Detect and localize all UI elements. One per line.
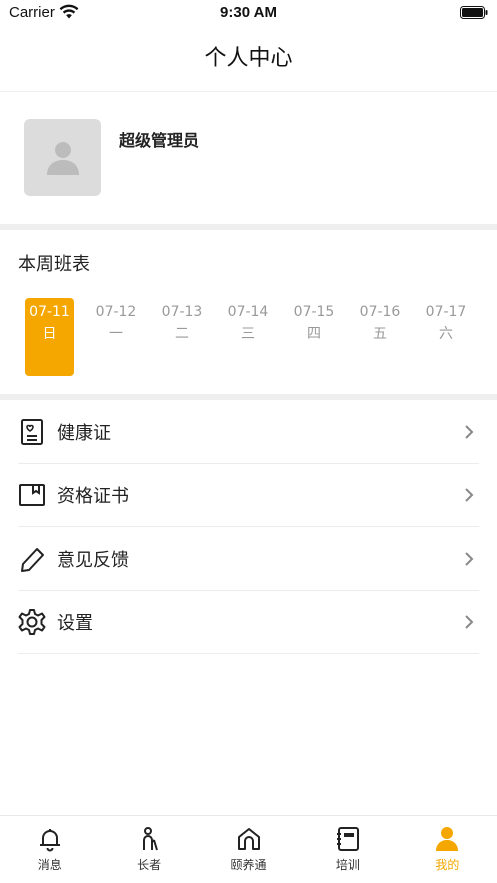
menu-label: 意见反馈 bbox=[57, 549, 129, 571]
tab-mine[interactable]: 我的 bbox=[398, 816, 497, 883]
tab-label: 颐养通 bbox=[230, 858, 267, 872]
day-date: 07-17 bbox=[425, 304, 467, 320]
home-icon bbox=[237, 828, 260, 850]
gear-icon bbox=[18, 609, 46, 636]
tab-bar: 消息 长者 颐养通 培训 我的 bbox=[0, 815, 497, 883]
battery-icon bbox=[460, 6, 488, 19]
chevron-right-icon bbox=[465, 615, 474, 629]
user-placeholder-icon bbox=[46, 141, 79, 175]
menu-label: 健康证 bbox=[57, 422, 111, 444]
day-date: 07-12 bbox=[95, 304, 137, 320]
chevron-right-icon bbox=[465, 488, 474, 502]
menu-item-settings[interactable]: 设置 bbox=[0, 591, 497, 655]
day-weekday: 日 bbox=[42, 326, 57, 342]
nav-divider bbox=[0, 91, 497, 92]
schedule-day[interactable]: 07-13 二 bbox=[149, 298, 215, 376]
day-date: 07-13 bbox=[161, 304, 203, 320]
menu-item-certificate[interactable]: 资格证书 bbox=[0, 464, 497, 528]
tab-label: 消息 bbox=[37, 858, 62, 872]
tab-training[interactable]: 培训 bbox=[298, 816, 397, 883]
schedule-days: 07-11 日 07-12 一 07-13 二 07-14 三 07-15 四 … bbox=[17, 298, 480, 376]
section-divider bbox=[0, 224, 497, 230]
day-date: 07-14 bbox=[227, 304, 269, 320]
tab-label: 培训 bbox=[335, 858, 360, 872]
menu-item-feedback[interactable]: 意见反馈 bbox=[0, 527, 497, 591]
day-weekday: 六 bbox=[439, 326, 453, 342]
day-weekday: 二 bbox=[175, 326, 189, 342]
day-weekday: 三 bbox=[241, 326, 255, 342]
schedule-day[interactable]: 07-15 四 bbox=[281, 298, 347, 376]
day-weekday: 四 bbox=[307, 326, 321, 342]
schedule-day[interactable]: 07-14 三 bbox=[215, 298, 281, 376]
bell-icon bbox=[39, 829, 60, 852]
status-bar: Carrier 9:30 AM bbox=[0, 0, 497, 26]
tab-messages[interactable]: 消息 bbox=[0, 816, 99, 883]
chevron-right-icon bbox=[465, 552, 474, 566]
day-weekday: 一 bbox=[109, 326, 123, 342]
menu-item-health-certificate[interactable]: 健康证 bbox=[0, 400, 497, 464]
chevron-right-icon bbox=[465, 425, 474, 439]
tab-yiyangtong[interactable]: 颐养通 bbox=[199, 816, 298, 883]
day-weekday: 五 bbox=[373, 326, 387, 342]
menu-list: 健康证 资格证书 意见反馈 设置 bbox=[0, 400, 497, 654]
profile-name: 超级管理员 bbox=[119, 131, 200, 150]
page-title: 个人中心 bbox=[204, 46, 293, 71]
tab-elders[interactable]: 长者 bbox=[99, 816, 198, 883]
elder-icon bbox=[143, 827, 159, 851]
health-certificate-icon bbox=[21, 418, 43, 445]
schedule-day-active[interactable]: 07-11 日 bbox=[25, 298, 74, 376]
menu-label: 资格证书 bbox=[57, 486, 129, 508]
tab-label: 我的 bbox=[435, 858, 460, 872]
menu-label: 设置 bbox=[57, 613, 93, 635]
day-date: 07-16 bbox=[359, 304, 401, 320]
schedule-day[interactable]: 07-17 六 bbox=[413, 298, 479, 376]
clock: 9:30 AM bbox=[220, 4, 277, 21]
day-date: 07-15 bbox=[293, 304, 335, 320]
schedule-day[interactable]: 07-16 五 bbox=[347, 298, 413, 376]
avatar[interactable] bbox=[24, 119, 101, 196]
schedule-title: 本周班表 bbox=[18, 254, 90, 275]
schedule-day[interactable]: 07-12 一 bbox=[83, 298, 149, 376]
user-icon bbox=[436, 827, 459, 851]
certificate-book-icon bbox=[19, 484, 45, 507]
notebook-icon bbox=[336, 827, 359, 851]
day-date: 07-11 bbox=[29, 304, 70, 320]
pencil-icon bbox=[21, 547, 44, 572]
tab-label: 长者 bbox=[137, 858, 162, 872]
